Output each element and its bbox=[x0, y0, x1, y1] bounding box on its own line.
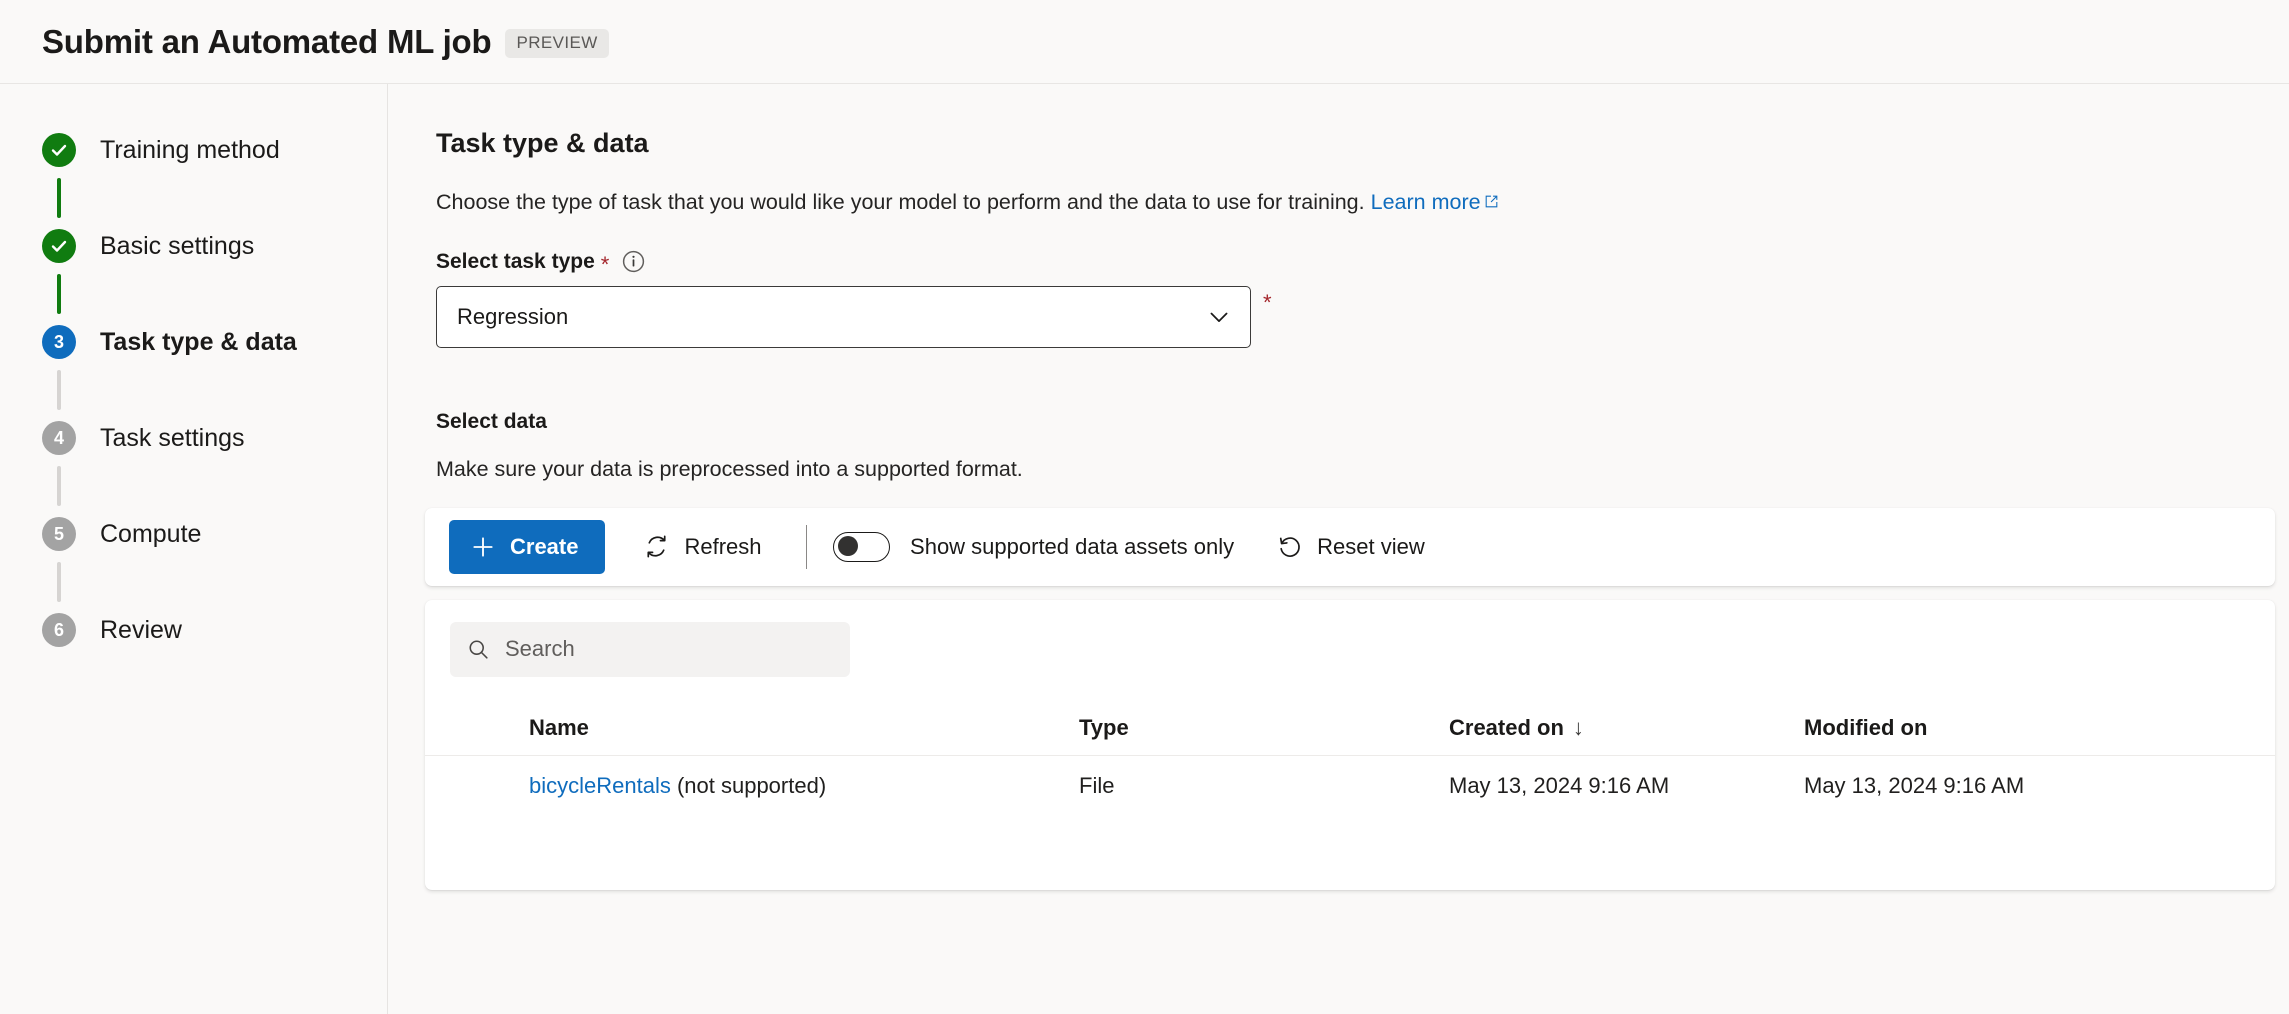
section-title: Task type & data bbox=[436, 128, 2289, 159]
step-number-badge: 5 bbox=[42, 517, 76, 551]
cell-modified-on: May 13, 2024 9:16 AM bbox=[1804, 773, 2184, 799]
toggle-knob bbox=[838, 536, 858, 556]
column-header-label: Name bbox=[529, 715, 589, 741]
sort-descending-icon: ↓ bbox=[1573, 715, 1584, 741]
info-icon[interactable] bbox=[622, 250, 645, 273]
task-type-label-row: Select task type * bbox=[436, 250, 2289, 274]
preview-badge: PREVIEW bbox=[505, 29, 608, 58]
check-icon bbox=[42, 133, 76, 167]
task-type-label: Select task type bbox=[436, 250, 595, 274]
cell-created-on: May 13, 2024 9:16 AM bbox=[1449, 773, 1804, 799]
data-asset-link[interactable]: bicycleRentals bbox=[529, 773, 671, 798]
plus-icon bbox=[470, 534, 496, 560]
step-connector bbox=[57, 562, 61, 602]
learn-more-link[interactable]: Learn more bbox=[1371, 190, 1500, 214]
data-assets-panel: Search Name Type Created on ↓ bbox=[425, 600, 2275, 890]
show-supported-only-toggle[interactable]: Show supported data assets only bbox=[833, 532, 1234, 562]
column-header-created-on[interactable]: Created on ↓ bbox=[1449, 715, 1804, 741]
refresh-button-label: Refresh bbox=[684, 534, 761, 560]
sidebar-item-review[interactable]: 6 Review bbox=[0, 602, 387, 658]
table-header-row: Name Type Created on ↓ Modified on bbox=[425, 701, 2275, 755]
sidebar-item-label: Compute bbox=[100, 520, 201, 549]
sidebar-item-label: Basic settings bbox=[100, 232, 254, 261]
chevron-down-icon bbox=[1205, 303, 1233, 331]
toggle-switch[interactable] bbox=[833, 532, 890, 562]
toolbar-divider bbox=[806, 525, 808, 569]
main-content: Task type & data Choose the type of task… bbox=[388, 84, 2289, 1014]
undo-icon bbox=[1276, 533, 1303, 560]
section-description-text: Choose the type of task that you would l… bbox=[436, 190, 1365, 214]
reset-view-label: Reset view bbox=[1317, 534, 1425, 560]
required-asterisk: * bbox=[601, 254, 610, 276]
step-number-badge: 6 bbox=[42, 613, 76, 647]
step-number-badge: 3 bbox=[42, 325, 76, 359]
column-header-label: Created on bbox=[1449, 715, 1564, 741]
section-description: Choose the type of task that you would l… bbox=[436, 189, 2289, 217]
search-icon bbox=[466, 637, 491, 662]
body-container: Training method Basic settings 3 Task ty… bbox=[0, 84, 2289, 1014]
step-connector bbox=[57, 466, 61, 506]
show-supported-only-label: Show supported data assets only bbox=[910, 534, 1234, 560]
column-header-type[interactable]: Type bbox=[1079, 715, 1449, 741]
sidebar-item-task-settings[interactable]: 4 Task settings bbox=[0, 410, 387, 466]
task-type-select[interactable]: Regression bbox=[436, 286, 1251, 348]
search-placeholder: Search bbox=[505, 636, 575, 662]
app-header: Submit an Automated ML job PREVIEW bbox=[0, 0, 2289, 84]
sidebar-item-compute[interactable]: 5 Compute bbox=[0, 506, 387, 562]
sidebar-item-label: Task settings bbox=[100, 424, 245, 453]
step-connector bbox=[57, 274, 61, 314]
data-command-bar: Create Refresh Show supported data asset… bbox=[425, 508, 2275, 586]
sidebar-item-basic-settings[interactable]: Basic settings bbox=[0, 218, 387, 274]
sidebar-item-task-type-and-data[interactable]: 3 Task type & data bbox=[0, 314, 387, 370]
refresh-icon bbox=[643, 533, 670, 560]
task-type-required-asterisk: * bbox=[1263, 290, 1272, 316]
create-button-label: Create bbox=[510, 534, 578, 560]
column-header-label: Modified on bbox=[1804, 715, 1927, 741]
column-header-modified-on[interactable]: Modified on bbox=[1804, 715, 2184, 741]
search-container: Search bbox=[425, 600, 2275, 677]
cell-type: File bbox=[1079, 773, 1449, 799]
wizard-sidebar: Training method Basic settings 3 Task ty… bbox=[0, 84, 388, 1014]
sidebar-item-label: Task type & data bbox=[100, 328, 297, 357]
cell-name: bicycleRentals (not supported) bbox=[529, 773, 1079, 799]
select-data-title: Select data bbox=[436, 410, 2289, 434]
task-type-selected-value: Regression bbox=[457, 304, 568, 330]
not-supported-suffix: (not supported) bbox=[671, 773, 826, 798]
step-connector bbox=[57, 370, 61, 410]
step-number-badge: 4 bbox=[42, 421, 76, 455]
external-link-icon bbox=[1483, 193, 1500, 210]
column-header-label: Type bbox=[1079, 715, 1129, 741]
learn-more-label: Learn more bbox=[1371, 190, 1481, 214]
column-header-name[interactable]: Name bbox=[529, 715, 1079, 741]
table-row[interactable]: bicycleRentals (not supported) File May … bbox=[425, 755, 2275, 817]
sidebar-item-training-method[interactable]: Training method bbox=[0, 122, 387, 178]
page-title: Submit an Automated ML job bbox=[42, 23, 491, 61]
sidebar-item-label: Review bbox=[100, 616, 182, 645]
task-type-select-row: Regression * bbox=[436, 286, 2289, 348]
create-button[interactable]: Create bbox=[449, 520, 605, 574]
data-assets-table: Name Type Created on ↓ Modified on bbox=[425, 701, 2275, 817]
step-connector bbox=[57, 178, 61, 218]
sidebar-item-label: Training method bbox=[100, 136, 280, 165]
search-input[interactable]: Search bbox=[450, 622, 850, 677]
check-icon bbox=[42, 229, 76, 263]
reset-view-button[interactable]: Reset view bbox=[1266, 525, 1435, 568]
select-data-description: Make sure your data is preprocessed into… bbox=[436, 457, 2289, 482]
refresh-button[interactable]: Refresh bbox=[633, 525, 771, 568]
